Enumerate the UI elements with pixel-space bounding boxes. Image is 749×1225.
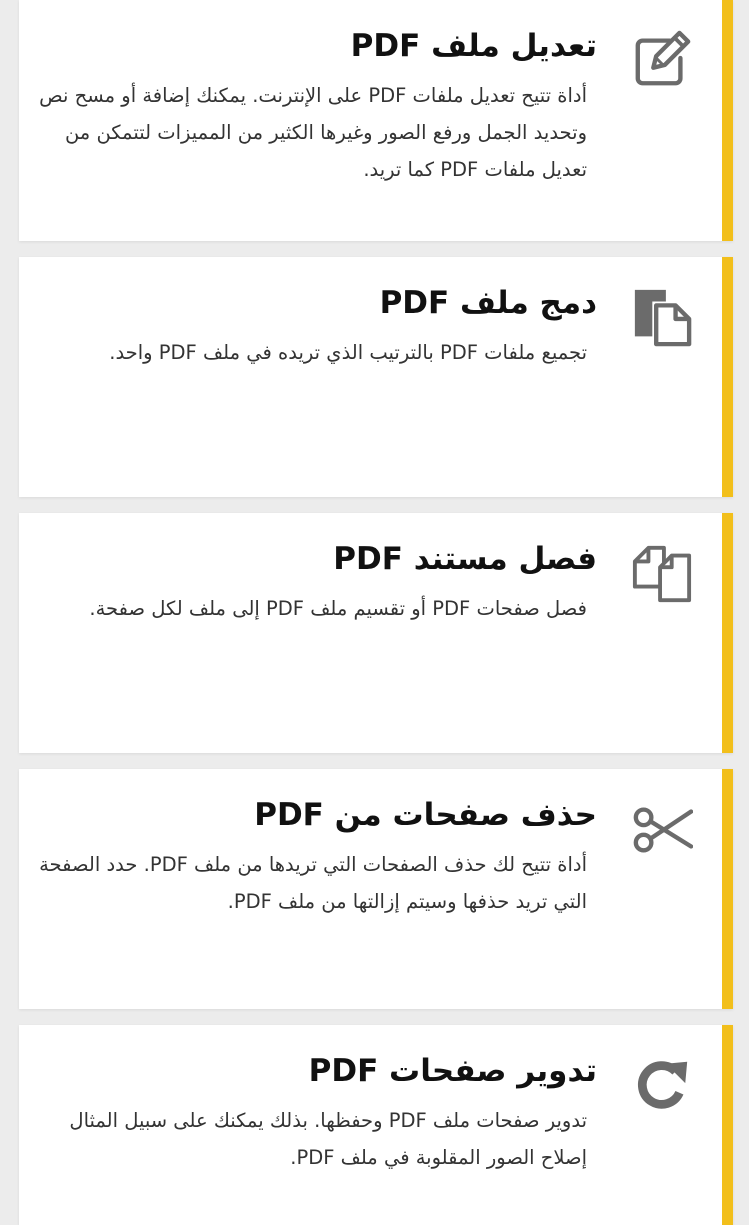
card-accent-bar (722, 513, 733, 753)
card-accent-bar (722, 769, 733, 1009)
tool-description: تدوير صفحات ملف PDF وحفظها. بذلك يمكنك ع… (69, 1109, 587, 1169)
card-accent-bar (722, 1025, 733, 1225)
tool-title: تدوير صفحات PDF (308, 1053, 597, 1089)
split-icon (631, 541, 693, 605)
tool-title: حذف صفحات من PDF (254, 797, 597, 833)
tool-card-delete-pages[interactable]: حذف صفحات من PDF أداة تتيح لك حذف الصفحا… (19, 769, 733, 1009)
card-accent-bar (722, 257, 733, 497)
tool-card-rotate-pages[interactable]: تدوير صفحات PDF تدوير صفحات ملف PDF وحفظ… (19, 1025, 733, 1225)
scissors-icon (631, 797, 693, 861)
tool-title: تعديل ملف PDF (350, 28, 597, 64)
tool-card-edit-pdf[interactable]: تعديل ملف PDF أداة تتيح تعديل ملفات PDF … (19, 0, 733, 241)
card-accent-bar (722, 0, 733, 241)
tool-title: فصل مستند PDF (333, 541, 597, 577)
tool-card-split-pdf[interactable]: فصل مستند PDF فصل صفحات PDF أو تقسيم ملف… (19, 513, 733, 753)
tool-card-merge-pdf[interactable]: دمج ملف PDF تجميع ملفات PDF بالترتيب الذ… (19, 257, 733, 497)
tool-description: فصل صفحات PDF أو تقسيم ملف PDF إلى ملف ل… (89, 597, 587, 620)
tool-description: أداة تتيح لك حذف الصفحات التي تريدها من … (39, 853, 587, 913)
tool-title: دمج ملف PDF (379, 285, 597, 321)
edit-icon (631, 28, 693, 92)
rotate-icon (631, 1053, 693, 1117)
tool-description: أداة تتيح تعديل ملفات PDF على الإنترنت. … (39, 84, 587, 181)
tool-description: تجميع ملفات PDF بالترتيب الذي تريده في م… (109, 341, 587, 364)
merge-icon (631, 285, 693, 349)
